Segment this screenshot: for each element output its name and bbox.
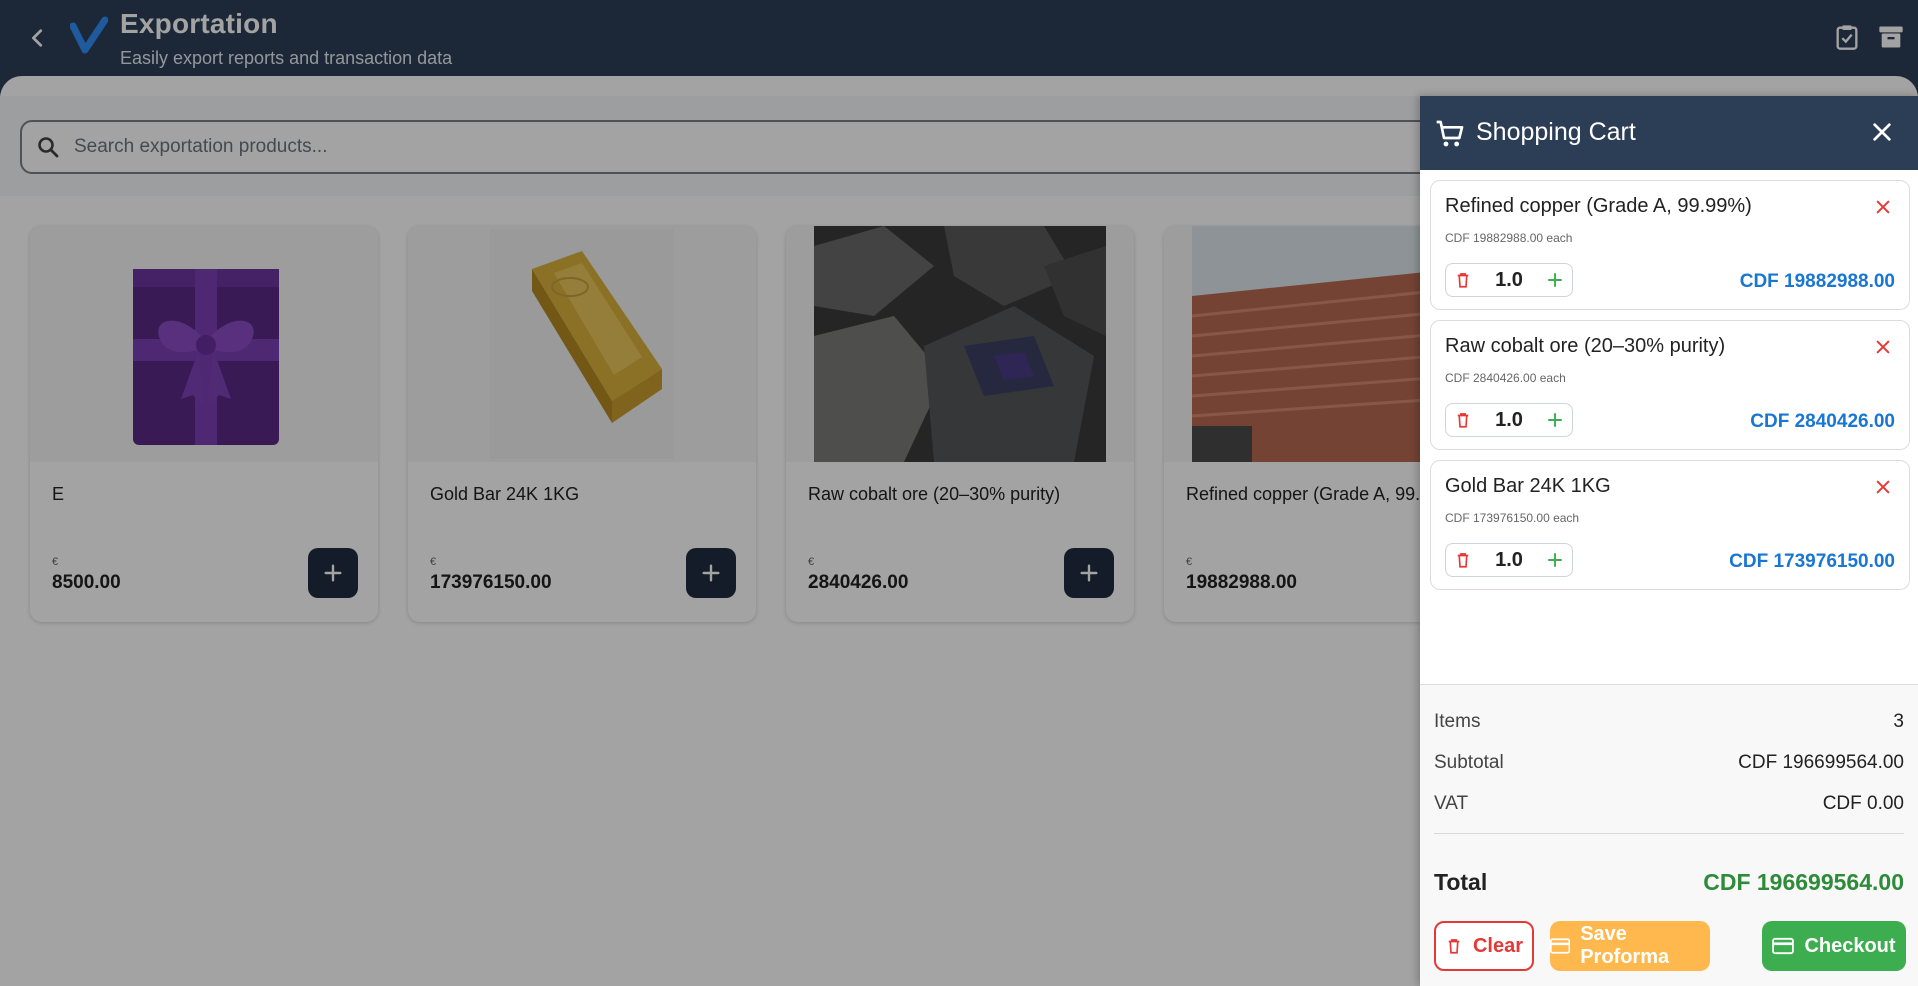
- summary-vat-row: VAT CDF 0.00: [1434, 793, 1904, 815]
- cart-item-total: CDF 2840426.00: [1750, 411, 1895, 432]
- cart-item-unit-price: CDF 173976150.00 each: [1445, 511, 1580, 525]
- summary-items-label: Items: [1434, 711, 1481, 732]
- quantity-value: 1.0: [1495, 408, 1523, 431]
- save-proforma-button[interactable]: Save Proforma: [1550, 921, 1710, 971]
- credit-card-icon: [1550, 938, 1571, 954]
- clear-cart-button[interactable]: Clear: [1434, 921, 1534, 971]
- trash-icon: [1448, 939, 1460, 954]
- cart-item-name: Refined copper (Grade A, 99.99%): [1445, 195, 1752, 217]
- plus-icon: [1548, 553, 1562, 567]
- summary-subtotal-value: CDF 196699564.00: [1738, 752, 1904, 773]
- quantity-value: 1.0: [1495, 548, 1523, 571]
- cart-header: Shopping Cart: [1420, 96, 1918, 170]
- delete-quantity-button[interactable]: [1446, 411, 1480, 429]
- cart-item-total: CDF 19882988.00: [1739, 271, 1895, 292]
- checkout-button[interactable]: Checkout: [1762, 921, 1906, 971]
- increase-quantity-button[interactable]: [1538, 271, 1572, 289]
- close-cart-button[interactable]: [1864, 114, 1900, 150]
- increase-quantity-button[interactable]: [1538, 411, 1572, 429]
- divider: [1434, 833, 1904, 834]
- close-icon: [1876, 480, 1890, 494]
- shopping-cart-icon: [1436, 120, 1464, 147]
- quantity-stepper: 1.0: [1445, 403, 1573, 437]
- cart-item-unit-price: CDF 2840426.00 each: [1445, 371, 1566, 385]
- shopping-cart-drawer: Shopping Cart Refined copper (Grade A, 9…: [1420, 96, 1918, 986]
- delete-quantity-button[interactable]: [1446, 271, 1480, 289]
- trash-icon: [1457, 273, 1469, 288]
- summary-subtotal-label: Subtotal: [1434, 752, 1504, 773]
- cart-title: Shopping Cart: [1476, 118, 1636, 146]
- summary-total-value: CDF 196699564.00: [1703, 869, 1904, 895]
- cart-item-total: CDF 173976150.00: [1729, 551, 1895, 572]
- close-icon: [1876, 200, 1890, 214]
- quantity-stepper: 1.0: [1445, 263, 1573, 297]
- trash-icon: [1457, 553, 1469, 568]
- cart-item: Gold Bar 24K 1KG CDF 173976150.00 each 1…: [1430, 460, 1910, 590]
- close-icon: [1876, 340, 1890, 354]
- trash-icon: [1457, 413, 1469, 428]
- remove-item-button[interactable]: [1871, 195, 1895, 219]
- quantity-stepper: 1.0: [1445, 543, 1573, 577]
- quantity-value: 1.0: [1495, 268, 1523, 291]
- cart-item: Refined copper (Grade A, 99.99%) CDF 198…: [1430, 180, 1910, 310]
- summary-items-value: 3: [1893, 711, 1904, 732]
- summary-total-row: Total CDF 196699564.00: [1434, 869, 1904, 896]
- clear-label: Clear: [1472, 934, 1524, 957]
- checkout-label: Checkout: [1804, 934, 1896, 957]
- cart-item-name: Raw cobalt ore (20–30% purity): [1445, 335, 1726, 357]
- summary-vat-value: CDF 0.00: [1822, 793, 1904, 814]
- summary-total-label: Total: [1434, 869, 1488, 895]
- remove-item-button[interactable]: [1871, 335, 1895, 359]
- summary-subtotal-row: Subtotal CDF 196699564.00: [1434, 752, 1904, 774]
- credit-card-icon: [1772, 937, 1795, 955]
- delete-quantity-button[interactable]: [1446, 551, 1480, 569]
- remove-item-button[interactable]: [1871, 475, 1895, 499]
- cart-summary: Items 3 Subtotal CDF 196699564.00 VAT CD…: [1420, 684, 1918, 986]
- cart-item-unit-price: CDF 19882988.00 each: [1445, 231, 1573, 245]
- increase-quantity-button[interactable]: [1538, 551, 1572, 569]
- cart-item: Raw cobalt ore (20–30% purity) CDF 28404…: [1430, 320, 1910, 450]
- close-icon: [1873, 123, 1891, 141]
- summary-items-row: Items 3: [1434, 711, 1904, 733]
- summary-vat-label: VAT: [1434, 793, 1469, 814]
- cart-item-name: Gold Bar 24K 1KG: [1445, 475, 1611, 497]
- save-proforma-label: Save Proforma: [1580, 923, 1670, 968]
- plus-icon: [1548, 413, 1562, 427]
- plus-icon: [1548, 273, 1562, 287]
